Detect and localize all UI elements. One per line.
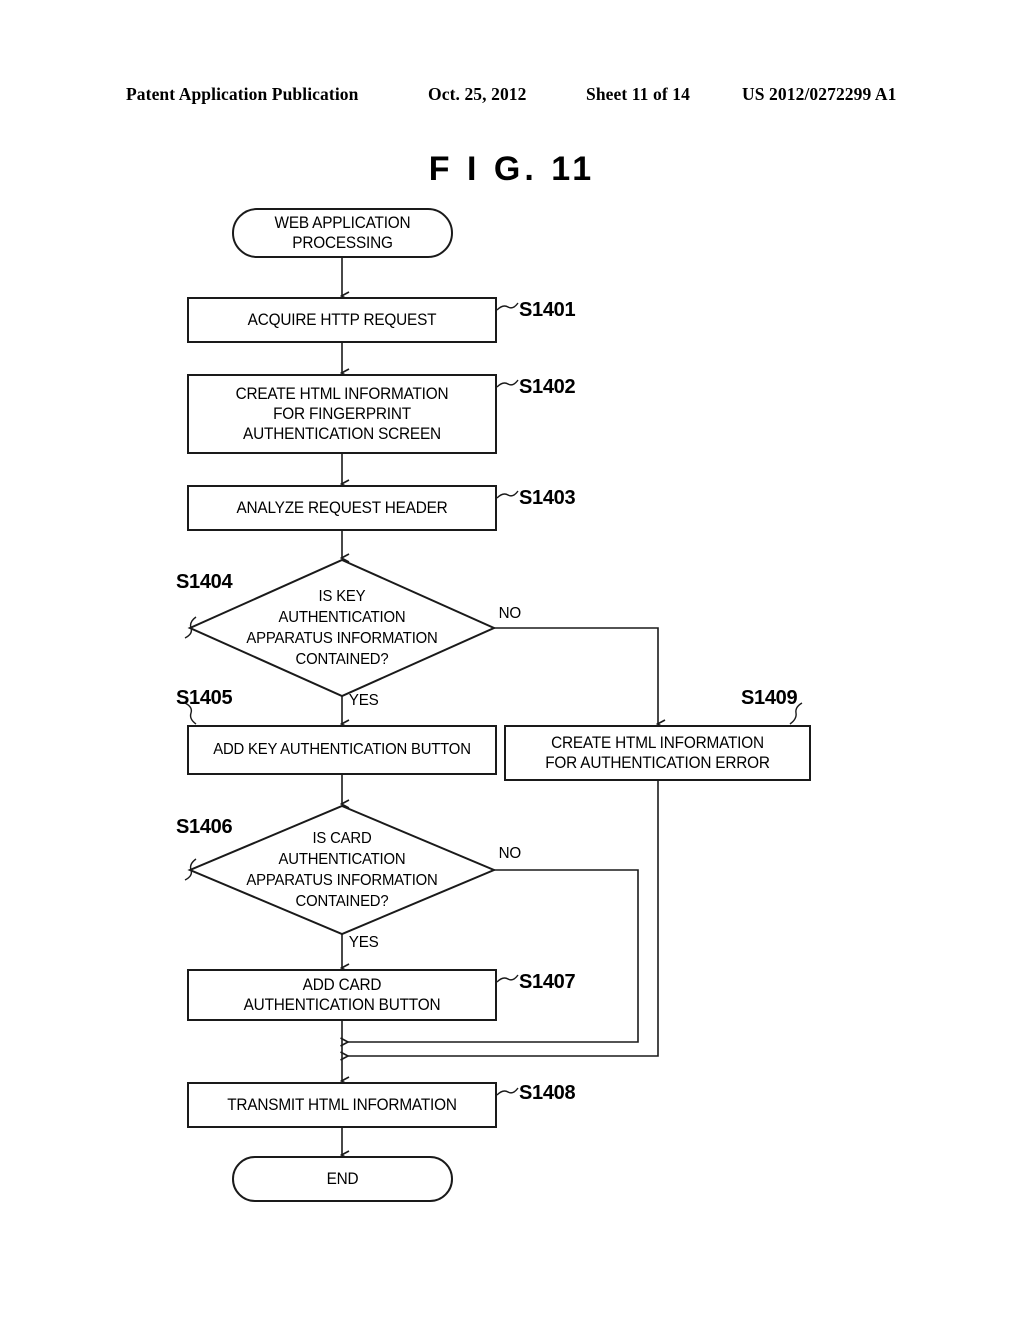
branch-label-s1404-yes: YES [348,692,379,709]
leader-s1401 [496,302,519,311]
node-shape-s1406 [187,804,497,936]
leader-s1402 [496,379,519,388]
branch-label-s1406-no: NO [498,845,522,862]
leader-s1408 [496,1087,519,1096]
node-shape-s1403 [187,485,497,531]
step-ref-s1405: S1405 [176,687,233,709]
node-shape-s1402 [187,374,497,454]
branch-label-s1406-yes: YES [348,934,379,951]
node-shape-s1401 [187,297,497,343]
leader-s1407 [496,974,519,983]
branch-label-s1404-no: NO [498,605,522,622]
connector-s1404-no-to-s1409 [494,627,658,724]
step-ref-s1403: S1403 [519,487,576,509]
node-shape-start [232,208,453,258]
node-shape-s1407 [187,969,497,1021]
step-ref-s1409: S1409 [741,687,798,709]
step-ref-s1408: S1408 [519,1082,576,1104]
step-ref-s1406: S1406 [176,816,233,838]
flowchart-diagram: WEB APPLICATION PROCESSING ACQUIRE HTTP … [0,0,1024,1320]
node-shape-s1404 [187,558,497,698]
leader-s1403 [496,490,519,499]
step-ref-s1401: S1401 [519,299,576,321]
node-shape-s1408 [187,1082,497,1128]
flowchart-canvas [184,208,811,1202]
step-ref-s1402: S1402 [519,376,576,398]
node-shape-s1409 [504,725,811,781]
step-ref-s1407: S1407 [519,971,576,993]
step-ref-s1404: S1404 [176,571,233,593]
node-shape-end [232,1156,453,1202]
node-shape-s1405 [187,725,497,775]
